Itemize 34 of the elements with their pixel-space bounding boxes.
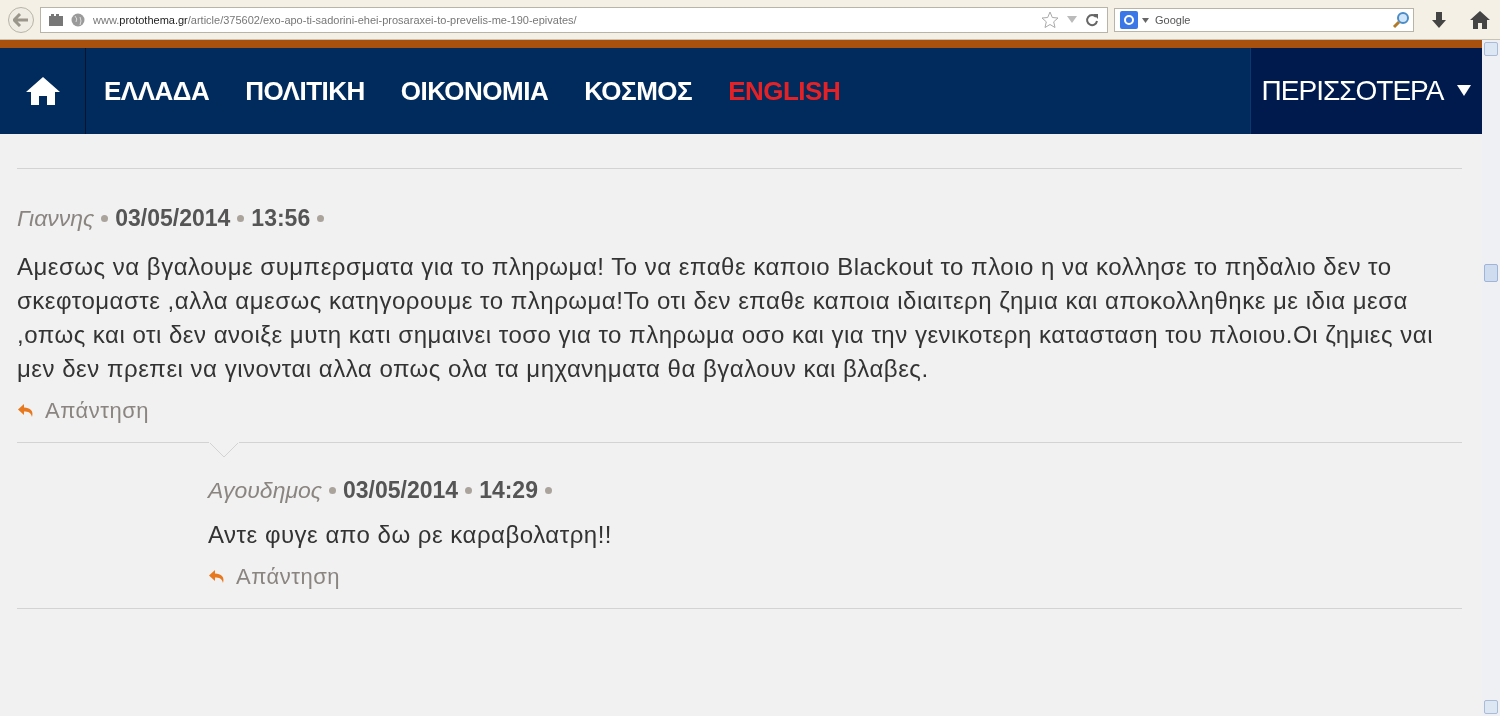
comment-time: 13:56 xyxy=(251,205,311,232)
comment-text: Αντε φυγε απο δω ρε καραβολατρη!! xyxy=(208,520,613,550)
home-icon[interactable] xyxy=(1468,8,1492,31)
home-icon xyxy=(24,75,61,107)
comment-text: Αμεσως να βγαλουμε συμπερσματα για το πληρωμα! Το να επαθε καποιο Blackout το πλοιο η να κολλησε το πηδαλιο δεν το σκεφτομαστε ,αλλα αμεσως κατηγορουμε το πληρωμα!Το οτι δεν επαθε καποια ιδιαιτερη ζημια και αποκολληθηκε με ιδια μεσα ,οπως και οτι δεν ανοιξε μυτη κατι σημαινει τοσο για το πληρωμα οσο και για την γενικοτερη κατασταση του πλοιου.Οι ζημιες ναι μεν δεν πρεπει να γινονται αλλα οπως ολα τα μηχανηματα θα βγαλουν και βλαβες. xyxy=(17,252,1434,384)
nav-link[interactable]: ΚΟΣΜΟΣ xyxy=(584,75,693,107)
caret-icon xyxy=(1457,85,1472,97)
dropdown-icon[interactable] xyxy=(1142,17,1149,23)
comment-time: 14:29 xyxy=(479,477,538,504)
more-menu-button[interactable]: ΠΕΡΙΣΣΟΤΕΡΑ xyxy=(1250,48,1482,134)
nav-link[interactable]: ΟΙΚΟΝΟΜΙΑ xyxy=(400,75,549,107)
separator-dot xyxy=(544,487,552,494)
comment-author: Γιαννης xyxy=(17,205,95,232)
nav-link[interactable]: ΕΛΛΑΔΑ xyxy=(104,75,210,107)
separator-dot xyxy=(329,487,336,494)
url-text: www.protothema.gr/article/375602/exo-apo-ti-sadorini-ehei-prosaraxei-to-prevelis-me-190-epivates/ xyxy=(93,13,578,26)
star-icon[interactable] xyxy=(1041,10,1059,29)
address-bar[interactable]: www.protothema.gr/article/375602/exo-apo-ti-sadorini-ehei-prosaraxei-to-prevelis-me-190-epivates/ xyxy=(40,6,1108,33)
search-icon[interactable] xyxy=(1392,10,1410,29)
separator-dot xyxy=(237,215,245,222)
back-icon xyxy=(13,12,29,27)
bookmarks-icon[interactable] xyxy=(49,12,63,27)
separator-dot xyxy=(101,215,109,222)
scrollbar[interactable] xyxy=(1482,40,1500,716)
separator-dot xyxy=(465,487,473,494)
reload-icon[interactable] xyxy=(1085,12,1099,27)
comment-date: 03/05/2014 xyxy=(343,477,459,504)
search-field[interactable]: Google xyxy=(1114,7,1414,32)
comment-date: 03/05/2014 xyxy=(115,205,231,232)
globe-icon xyxy=(71,12,85,27)
separator-dot xyxy=(317,215,325,222)
comment-author: Αγουδημος xyxy=(208,477,322,504)
nav-link[interactable]: ΠΟΛΙΤΙΚΗ xyxy=(245,75,365,107)
back-button[interactable] xyxy=(8,6,34,33)
